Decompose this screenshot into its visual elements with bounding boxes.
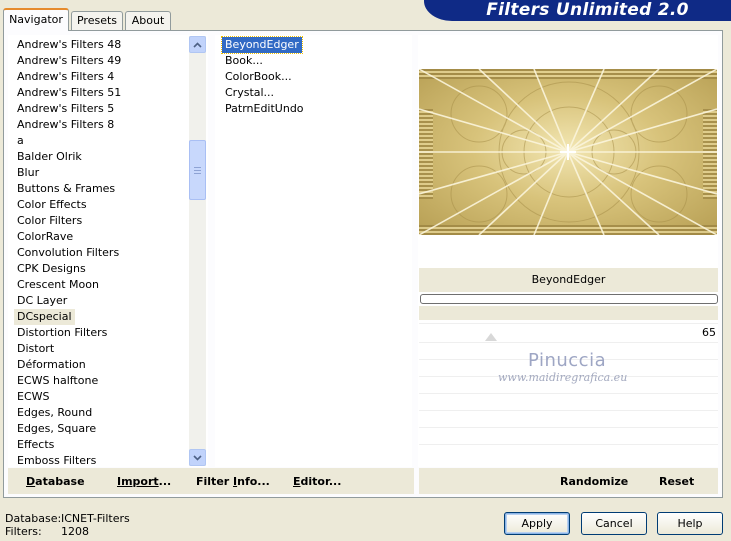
category-item[interactable]: ColorRave	[14, 229, 76, 245]
category-item[interactable]: Andrew's Filters 5	[14, 101, 117, 117]
category-item[interactable]: Color Effects	[14, 197, 90, 213]
category-item[interactable]: DCspecial	[14, 309, 75, 325]
database-info-label: Database:	[5, 512, 62, 525]
randomize-button[interactable]: Randomize	[560, 475, 628, 489]
slider-value: 65	[702, 326, 716, 339]
grip-icon	[194, 166, 201, 174]
tab-about[interactable]: About	[125, 11, 171, 30]
category-item[interactable]: Andrew's Filters 49	[14, 53, 124, 69]
category-item[interactable]: Buttons & Frames	[14, 181, 118, 197]
category-item[interactable]: Balder Olrik	[14, 149, 85, 165]
database-label: atabase	[35, 475, 85, 488]
category-item[interactable]: Déformation	[14, 357, 89, 373]
database-mnemonic: D	[26, 475, 36, 488]
import-button[interactable]: Import...	[117, 475, 171, 489]
category-item[interactable]: Color Filters	[14, 213, 85, 229]
slider-row-7	[419, 427, 718, 444]
database-info: Database:ICNET-Filters	[5, 512, 130, 525]
category-item[interactable]: DC Layer	[14, 293, 70, 309]
preview-image	[419, 69, 717, 235]
tab-navigator[interactable]: Navigator	[3, 8, 69, 31]
scroll-down-button[interactable]	[189, 449, 206, 466]
slider-row-8	[419, 444, 718, 466]
tab-presets[interactable]: Presets	[71, 11, 123, 30]
filter-list[interactable]: BeyondEdger Book... ColorBook... Crystal...…	[215, 35, 412, 467]
slider-thumb[interactable]	[485, 333, 497, 341]
import-label: Import	[117, 475, 159, 488]
filter-item[interactable]: Crystal...	[222, 85, 277, 101]
help-button[interactable]: Help	[657, 512, 723, 535]
chevron-down-icon	[193, 454, 202, 461]
category-item[interactable]: Distortion Filters	[14, 325, 110, 341]
slider-row-6	[419, 410, 718, 427]
category-item[interactable]: Effects	[14, 437, 57, 453]
editor-label: ditor...	[300, 475, 342, 488]
filter-item[interactable]: ColorBook...	[222, 69, 295, 85]
filter-item[interactable]: BeyondEdger	[221, 36, 303, 54]
chevron-up-icon	[193, 41, 202, 48]
category-item[interactable]: Edges, Square	[14, 421, 99, 437]
category-item[interactable]: Andrew's Filters 51	[14, 85, 124, 101]
watermark-url: www.maidiregrafica.eu	[498, 371, 628, 384]
filter-item[interactable]: Book...	[222, 53, 266, 69]
scroll-up-button[interactable]	[189, 36, 206, 53]
category-item[interactable]: Emboss Filters	[14, 453, 99, 469]
category-list[interactable]: Andrew's Filters 48 Andrew's Filters 49 An…	[8, 35, 208, 467]
category-item[interactable]: Convolution Filters	[14, 245, 122, 261]
category-item[interactable]: a	[14, 133, 27, 149]
category-item[interactable]: Crescent Moon	[14, 277, 102, 293]
filter-item[interactable]: PatrnEditUndo	[222, 101, 307, 117]
filter-info-button[interactable]: Filter Info...	[196, 475, 270, 489]
slider-row-5	[419, 393, 718, 410]
database-info-value: ICNET-Filters	[61, 512, 130, 525]
slider-row-1[interactable]	[419, 323, 718, 342]
category-item[interactable]: Edges, Round	[14, 405, 95, 421]
category-scrollbar[interactable]	[189, 36, 206, 466]
reset-button[interactable]: Reset	[659, 475, 694, 489]
database-button[interactable]: Database	[26, 475, 85, 489]
scroll-thumb[interactable]	[189, 140, 206, 200]
category-item[interactable]: ECWS	[14, 389, 53, 405]
category-item[interactable]: Distort	[14, 341, 57, 357]
preview-pattern	[419, 69, 717, 235]
control-band	[419, 306, 718, 320]
cancel-button[interactable]: Cancel	[581, 512, 647, 535]
category-item[interactable]: Blur	[14, 165, 42, 181]
editor-mnemonic: E	[293, 475, 301, 488]
import-ellipsis: ...	[158, 475, 172, 488]
filters-count-value: 1208	[61, 525, 89, 538]
category-item[interactable]: CPK Designs	[14, 261, 89, 277]
editor-button[interactable]: Editor...	[293, 475, 341, 489]
app-title: Filters Unlimited 2.0	[486, 0, 689, 20]
filters-count-label: Filters:	[5, 525, 42, 538]
filters-count-info: Filters: 1208	[5, 525, 89, 538]
progress-bar	[420, 294, 718, 304]
category-item[interactable]: Andrew's Filters 4	[14, 69, 117, 85]
category-item[interactable]: ECWS halftone	[14, 373, 101, 389]
category-item[interactable]: Andrew's Filters 8	[14, 117, 117, 133]
category-item[interactable]: Andrew's Filters 48	[14, 37, 124, 53]
filter-info-pre: Filter	[196, 475, 234, 488]
watermark-name: Pinuccia	[528, 350, 607, 371]
filter-info-rest: nfo...	[237, 475, 270, 488]
apply-button[interactable]: Apply	[504, 512, 570, 535]
filter-name-label: BeyondEdger	[419, 268, 718, 292]
